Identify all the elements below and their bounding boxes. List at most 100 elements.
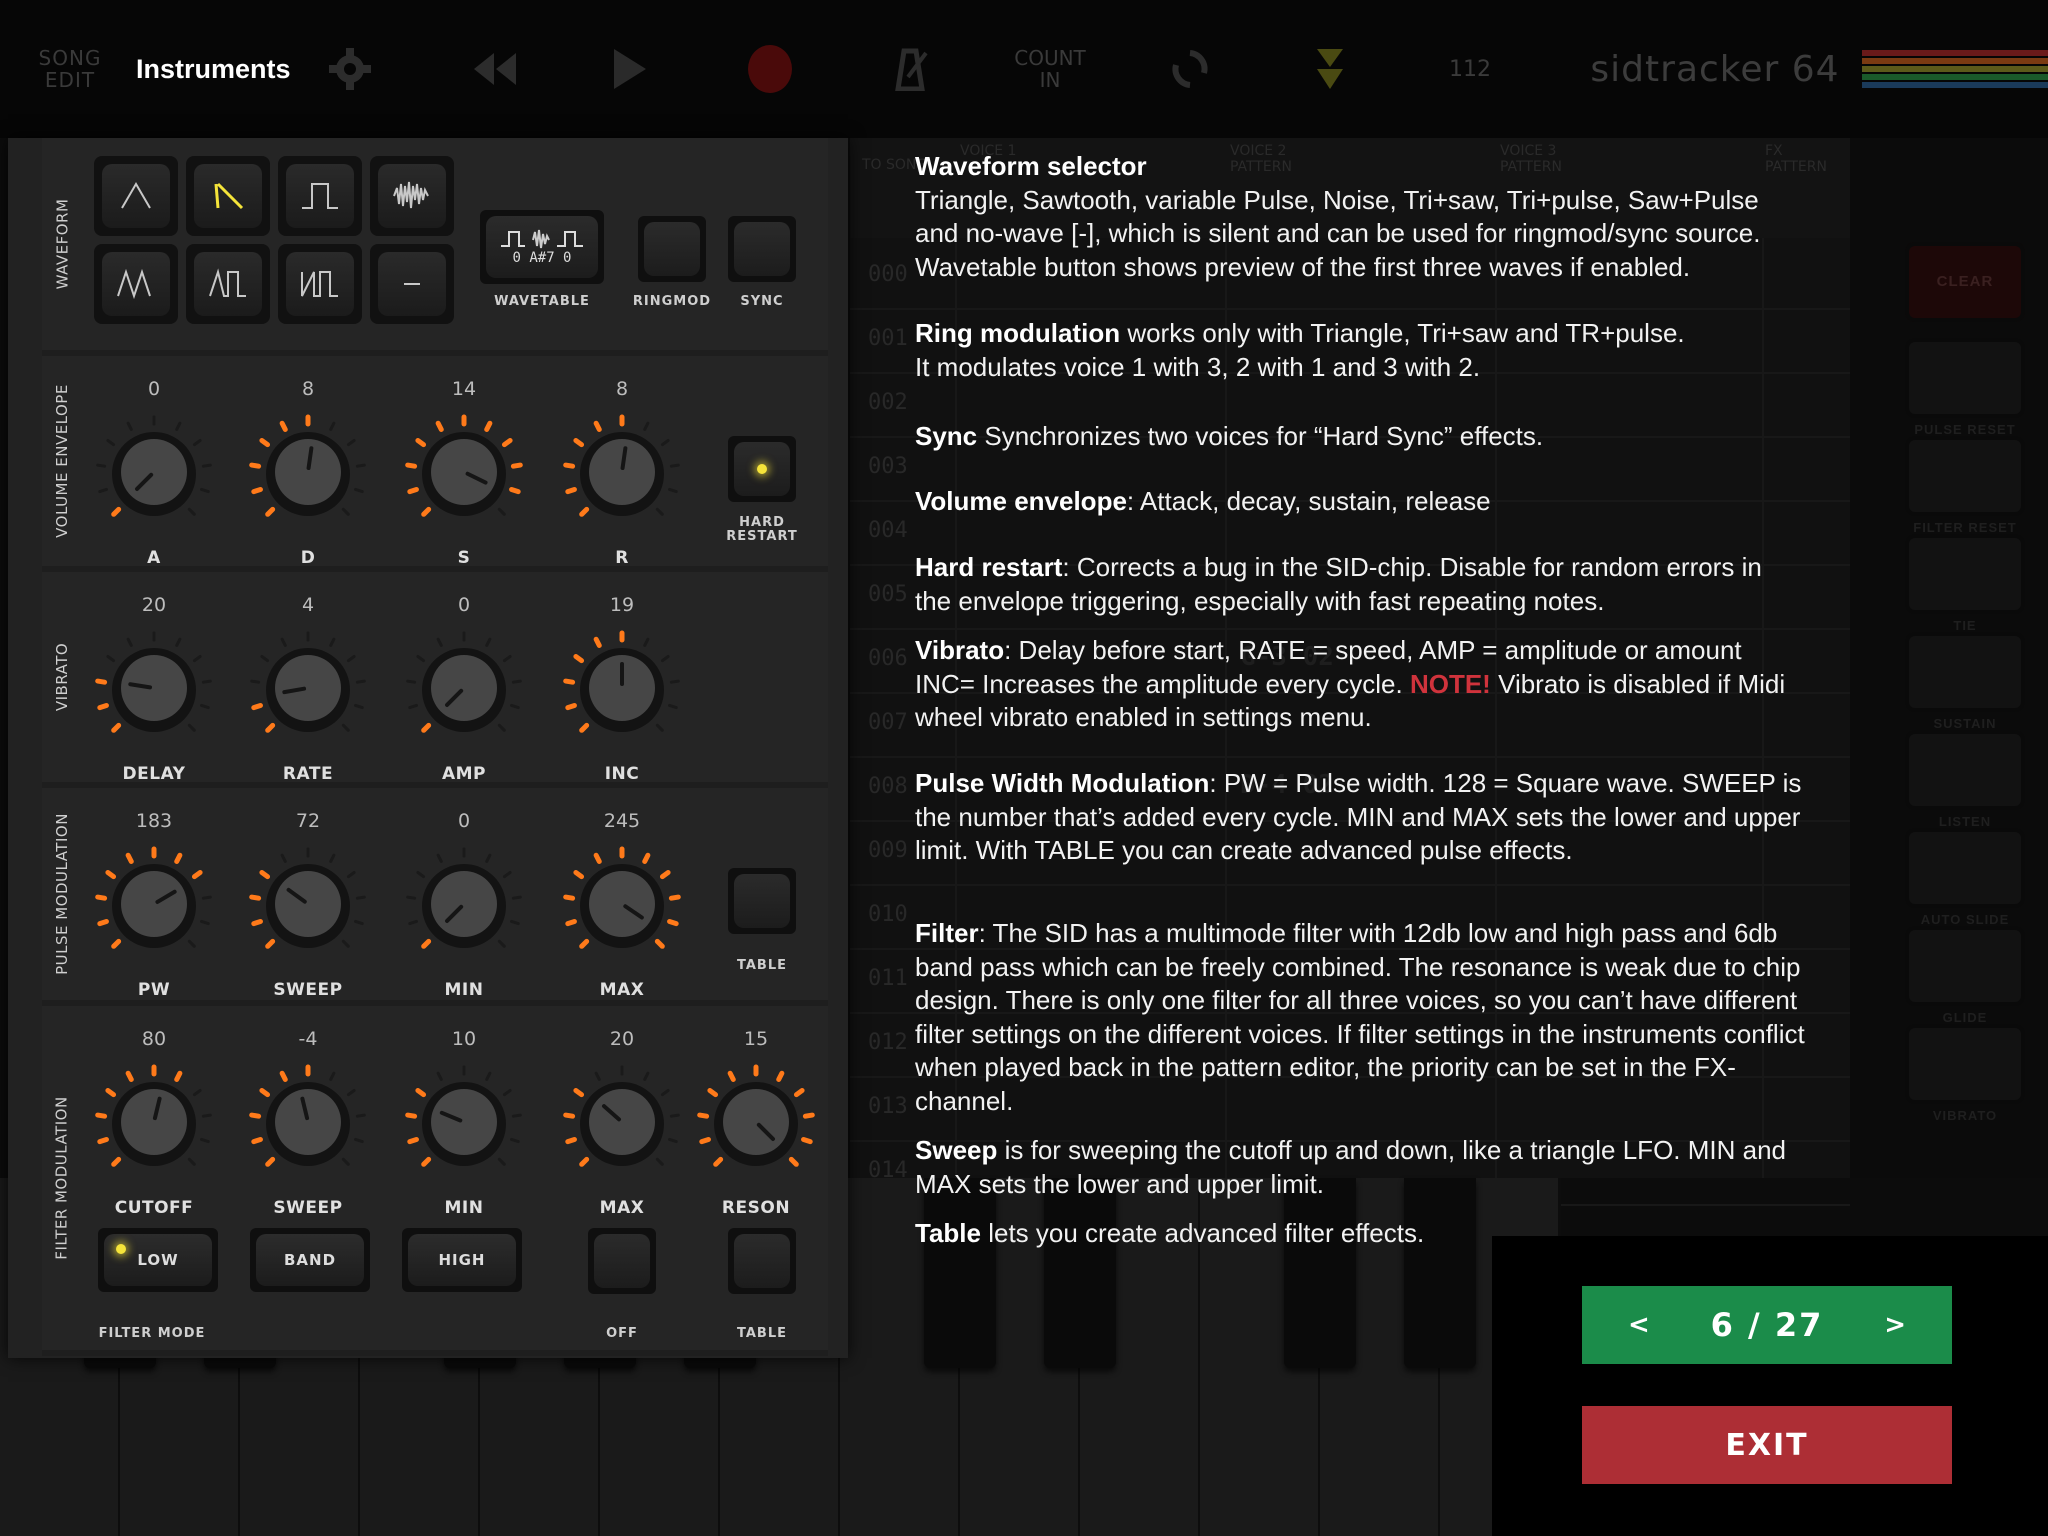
ringmod-button[interactable] [638, 216, 706, 282]
knob-tick [416, 870, 426, 879]
sync-button[interactable] [728, 216, 796, 282]
knob-tick [355, 679, 366, 684]
knob-led-on [265, 506, 276, 517]
help-line: Vibrato is disabled if Midi [1490, 668, 1786, 699]
knob-tick [436, 637, 443, 647]
waveform-no-wave-button[interactable] [370, 244, 454, 324]
envelope-s-knob[interactable] [404, 414, 524, 534]
pulse-wave-icon [302, 183, 338, 209]
filter-mode-low-button[interactable]: LOW [98, 1228, 218, 1292]
vibrato-amp-knob[interactable] [404, 630, 524, 750]
song-edit-button[interactable]: SONG EDIT [18, 0, 122, 138]
prev-page-button[interactable]: < [1628, 1310, 1650, 1340]
knob-tick [669, 679, 680, 684]
edit-option-button[interactable] [1905, 730, 2025, 810]
edit-option-button[interactable] [1905, 632, 2025, 712]
filter-min-knob[interactable] [404, 1064, 524, 1184]
instruments-tab[interactable]: Instruments [136, 0, 306, 138]
waveform-triangle-button[interactable] [94, 156, 178, 236]
waveform-tri-saw-button[interactable] [94, 244, 178, 324]
envelope-a-value: 0 [147, 378, 161, 400]
envelope-a-knob[interactable] [94, 414, 214, 534]
edit-option-button[interactable] [1905, 436, 2025, 516]
knob-led-on [97, 1136, 109, 1145]
filter-mode-high-button[interactable]: HIGH [402, 1228, 522, 1292]
clear-button[interactable]: CLEAR [1905, 242, 2025, 322]
knob-tick [187, 507, 196, 516]
knob-led-on [573, 1087, 585, 1098]
help-line: Wavetable button shows preview of the fi… [915, 251, 1691, 282]
waveform-noise-button[interactable] [370, 156, 454, 236]
waveform-pulse-button[interactable] [278, 156, 362, 236]
pulse-min-value: 0 [457, 810, 471, 832]
waveform-sawtooth-button[interactable] [186, 156, 270, 236]
tracker-row-number: 008 [868, 774, 908, 799]
settings-button[interactable] [320, 0, 380, 138]
tri-pulse-wave-icon [209, 268, 246, 297]
metronome-button[interactable] [880, 0, 940, 138]
filter-cutoff-knob[interactable] [94, 1064, 214, 1184]
filter-sweep-knob[interactable] [248, 1064, 368, 1184]
edit-option-button[interactable] [1905, 338, 2025, 418]
pulse-sweep-knob[interactable] [248, 846, 368, 966]
filter-max-knob[interactable] [562, 1064, 682, 1184]
piano-black-key[interactable] [1404, 1178, 1476, 1368]
help-line: the number that’s added every cycle. MIN… [915, 801, 1801, 832]
knob-tick [126, 637, 133, 647]
count-in-button[interactable]: COUNT IN [990, 0, 1110, 138]
knob-led-on [415, 1087, 427, 1098]
filter-off-button[interactable] [588, 1228, 656, 1294]
filter-table-button[interactable] [728, 1228, 796, 1294]
edit-option-button[interactable] [1905, 828, 2025, 908]
piano-black-key[interactable] [1044, 1178, 1116, 1368]
help-line: the envelope triggering, especially with… [915, 585, 1605, 616]
filter-reson-knob[interactable] [696, 1064, 816, 1184]
pulse-pw-knob[interactable] [94, 846, 214, 966]
piano-black-key[interactable] [1284, 1178, 1356, 1368]
vibrato-rate-knob[interactable] [248, 630, 368, 750]
rewind-button[interactable] [455, 0, 535, 138]
help-line: : The SID has a multimode filter with 12… [978, 918, 1778, 948]
knob-tick [511, 1113, 522, 1118]
knob-tick [200, 1137, 210, 1144]
edit-option-button[interactable] [1905, 534, 2025, 614]
volume-envelope-section: VOLUME ENVELOPE 0 A 8 D 14 S 8 R HARD RESTART [42, 356, 828, 572]
filter-mode-label: FILTER MODE [98, 1326, 206, 1341]
knob-led-on [565, 1136, 577, 1145]
envelope-d-knob[interactable] [248, 414, 368, 534]
pulse-max-knob[interactable] [562, 846, 682, 966]
filter-mode-band-button[interactable]: BAND [250, 1228, 370, 1292]
edit-option-button[interactable] [1905, 926, 2025, 1006]
waveform-tri-pulse-button[interactable] [186, 244, 270, 324]
hard-restart-button[interactable] [728, 436, 796, 502]
envelope-r-knob[interactable] [562, 414, 682, 534]
edit-option-button[interactable] [1905, 1024, 2025, 1104]
knob-led-on [697, 1112, 710, 1119]
loop-button[interactable] [1160, 0, 1220, 138]
app-logo: sidtracker 64 [1570, 0, 1860, 138]
edit-option-label: SUSTAIN [1933, 716, 1997, 731]
play-button[interactable] [600, 0, 660, 138]
knob-tick [260, 654, 270, 663]
exit-button[interactable]: EXIT [1582, 1406, 1952, 1484]
next-page-button[interactable]: > [1884, 1310, 1906, 1340]
record-button[interactable] [740, 0, 800, 138]
waveform-saw-pulse-button[interactable] [278, 244, 362, 324]
knob-tick [200, 487, 210, 494]
knob-tick [354, 919, 364, 926]
piano-black-key[interactable] [924, 1178, 996, 1368]
help-section-title: Hard restart [915, 552, 1063, 582]
follow-button[interactable] [1300, 0, 1360, 138]
vibrato-delay-knob[interactable] [94, 630, 214, 750]
knob-led-on [259, 1087, 271, 1098]
knob-led-on [251, 486, 263, 495]
vibrato-inc-knob[interactable] [562, 630, 682, 750]
play-icon [614, 49, 646, 89]
pulse-table-button[interactable] [728, 868, 796, 934]
knob-led-on [802, 1112, 815, 1119]
pulse-min-knob[interactable] [404, 846, 524, 966]
knob-led-on [95, 1112, 108, 1119]
knob-led-on [105, 1087, 117, 1098]
wavetable-button[interactable]: 0 A#7 0 [480, 210, 604, 284]
bpm-display[interactable]: 112 [1420, 0, 1520, 138]
